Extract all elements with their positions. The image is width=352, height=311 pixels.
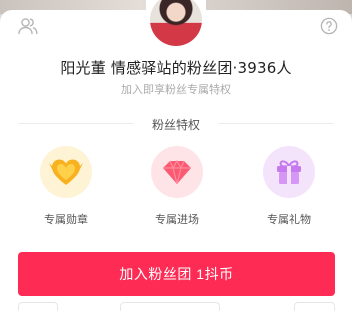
fan-club-sheet: 阳光董 情感驿站的粉丝团·3936人 加入即享粉丝专属特权 粉丝特权 专属勋章 … [0, 0, 352, 311]
pink-diamond-icon [163, 159, 191, 185]
question-mark-icon [320, 17, 338, 35]
bottom-option-center[interactable] [120, 302, 220, 311]
perk-badge[interactable]: 专属勋章 [34, 146, 98, 227]
fan-list-button[interactable] [18, 16, 38, 36]
perk-gift-circle [263, 146, 315, 198]
fan-club-title: 阳光董 情感驿站的粉丝团·3936人 [60, 59, 292, 77]
avatar[interactable] [146, 0, 206, 50]
perk-label: 专属勋章 [44, 213, 88, 226]
help-button[interactable] [319, 16, 339, 36]
perk-badge-circle [40, 146, 92, 198]
bottom-option-left[interactable] [18, 302, 58, 311]
gold-heart-badge-icon [49, 159, 83, 185]
section-title: 粉丝特权 [151, 118, 200, 132]
perk-entrance-circle [151, 146, 203, 198]
perk-entrance[interactable]: 专属进场 [145, 146, 209, 227]
join-fan-club-button[interactable]: 加入粉丝团 1抖币 [18, 252, 335, 296]
people-icon [18, 18, 38, 35]
purple-gift-box-icon [277, 160, 301, 184]
perk-gift[interactable]: 专属礼物 [257, 146, 321, 227]
bottom-option-right[interactable] [294, 302, 335, 311]
perk-label: 专属礼物 [267, 213, 311, 226]
fan-club-subtitle: 加入即享粉丝专属特权 [121, 83, 231, 96]
perk-label: 专属进场 [155, 213, 199, 226]
divider-right [218, 123, 334, 124]
